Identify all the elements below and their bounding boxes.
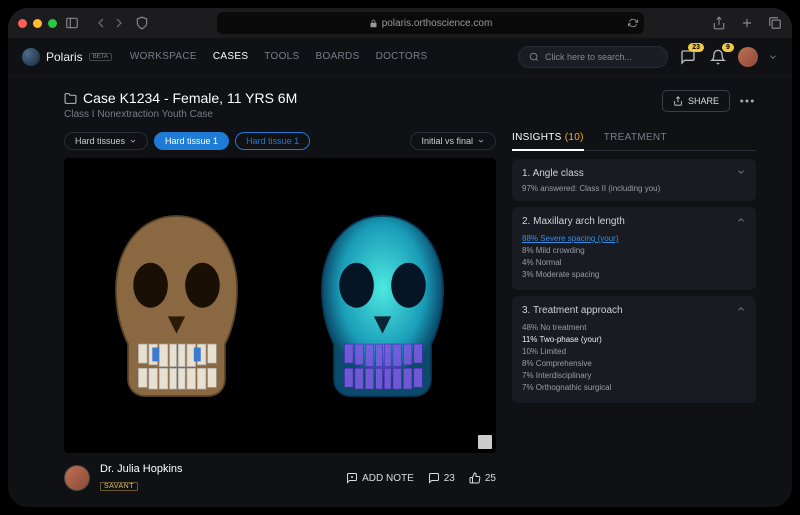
bar-label: 8% Mild crowding <box>522 246 632 255</box>
case-title: Case K1234 - Female, 11 YRS 6M <box>83 90 297 106</box>
tab-treatment[interactable]: TREATMENT <box>604 132 667 150</box>
doctor-name: Dr. Julia Hopkins <box>100 463 183 475</box>
comments-button[interactable]: 23 <box>428 472 455 484</box>
notifications-button[interactable]: 9 <box>708 47 728 67</box>
insight-title: 3. Treatment approach <box>522 305 623 316</box>
nav-boards[interactable]: BOARDS <box>316 51 360 62</box>
window-controls <box>18 19 57 28</box>
insight-header[interactable]: 3. Treatment approach <box>522 304 746 317</box>
chevron-down-icon <box>477 137 485 145</box>
comparison-dropdown[interactable]: Initial vs final <box>410 132 496 150</box>
insight-panel: 2. Maxillary arch length 88% Severe spaci… <box>512 207 756 290</box>
insight-header[interactable]: 2. Maxillary arch length <box>522 215 746 228</box>
lock-icon <box>369 19 378 28</box>
bar-label: 10% Limited <box>522 347 632 356</box>
insight-bar-row[interactable]: 11% Two-phase (your) <box>522 335 746 344</box>
chat-button[interactable]: 23 <box>678 47 698 67</box>
bar-label: 7% Interdisciplinary <box>522 371 632 380</box>
case-subtitle: Class I Nonextraction Youth Case <box>64 109 297 120</box>
tab-insights[interactable]: INSIGHTS (10) <box>512 132 584 151</box>
chevron-down-icon[interactable] <box>768 52 778 62</box>
insight-bar-row[interactable]: 3% Moderate spacing <box>522 270 746 279</box>
browser-chrome: polaris.orthoscience.com <box>8 8 792 38</box>
app-topbar: Polaris BETA WORKSPACE CASES TOOLS BOARD… <box>8 38 792 76</box>
insight-bar-row[interactable]: 8% Mild crowding <box>522 246 746 255</box>
brand-name: Polaris <box>46 50 83 64</box>
chevron-down-icon <box>736 167 746 180</box>
shield-icon[interactable] <box>135 16 149 30</box>
doctor-avatar[interactable] <box>64 465 90 491</box>
insight-panel: 1. Angle class 97% answered: Class II (in… <box>512 159 756 201</box>
more-options-button[interactable] <box>738 92 756 110</box>
minimize-window[interactable] <box>33 19 42 28</box>
insight-note: 97% answered: Class II (including you) <box>522 184 746 193</box>
nav-cases[interactable]: CASES <box>213 51 248 62</box>
chevron-up-icon <box>736 215 746 228</box>
chat-badge: 23 <box>688 43 704 52</box>
likes-button[interactable]: 25 <box>469 472 496 484</box>
maximize-window[interactable] <box>48 19 57 28</box>
insight-header[interactable]: 1. Angle class <box>522 167 746 180</box>
skull-scan-right <box>296 185 469 427</box>
url-bar[interactable]: polaris.orthoscience.com <box>217 12 644 34</box>
nav-tools[interactable]: TOOLS <box>264 51 299 62</box>
note-icon <box>346 472 358 484</box>
reload-icon[interactable] <box>628 18 638 28</box>
insight-bar-row[interactable]: 8% Comprehensive <box>522 359 746 368</box>
insight-title: 1. Angle class <box>522 168 584 179</box>
bar-label: 3% Moderate spacing <box>522 270 632 279</box>
insight-bar-row[interactable]: 4% Normal <box>522 258 746 267</box>
bar-label: 8% Comprehensive <box>522 359 632 368</box>
tabs-icon[interactable] <box>768 16 782 30</box>
new-tab-icon[interactable] <box>740 16 754 30</box>
insight-bar-row[interactable]: 10% Limited <box>522 347 746 356</box>
insight-bar-row[interactable]: 88% Severe spacing (your) <box>522 234 746 243</box>
bar-label: 48% No treatment <box>522 323 632 332</box>
share-icon[interactable] <box>712 16 726 30</box>
tissue-dropdown[interactable]: Hard tissues <box>64 132 148 150</box>
doctor-tag: SAVANT <box>100 482 138 491</box>
search-icon <box>529 52 539 62</box>
share-button[interactable]: SHARE <box>662 90 730 112</box>
chevron-up-icon <box>736 304 746 317</box>
brand-logo <box>22 48 40 66</box>
comment-icon <box>428 472 440 484</box>
insight-bar-row[interactable]: 48% No treatment <box>522 323 746 332</box>
bar-label: 11% Two-phase (your) <box>522 335 632 344</box>
nav-back-icon[interactable] <box>93 15 109 31</box>
bar-label: 88% Severe spacing (your) <box>522 234 632 243</box>
main-nav: WORKSPACE CASES TOOLS BOARDS DOCTORS <box>130 51 428 62</box>
skull-scan-left <box>90 185 263 427</box>
url-text: polaris.orthoscience.com <box>382 18 493 29</box>
bar-label: 4% Normal <box>522 258 632 267</box>
add-note-button[interactable]: ADD NOTE <box>346 472 414 484</box>
tissue-pill-secondary[interactable]: Hard tissue 1 <box>235 132 310 150</box>
brand[interactable]: Polaris BETA <box>22 48 112 66</box>
search-input[interactable]: Click here to search... <box>518 46 668 68</box>
bell-badge: 9 <box>722 43 734 52</box>
chevron-down-icon <box>129 137 137 145</box>
folder-icon <box>64 92 77 105</box>
sidebar-toggle-icon[interactable] <box>65 16 79 30</box>
beta-badge: BETA <box>89 53 112 61</box>
share-arrow-icon <box>673 96 683 106</box>
viewer-resize-handle[interactable] <box>478 435 492 449</box>
search-placeholder: Click here to search... <box>545 52 632 62</box>
insight-bar-row[interactable]: 7% Orthognathic surgical <box>522 383 746 392</box>
insights-list: 1. Angle class 97% answered: Class II (in… <box>512 159 756 493</box>
insight-bar-row[interactable]: 7% Interdisciplinary <box>522 371 746 380</box>
bar-label: 7% Orthognathic surgical <box>522 383 632 392</box>
scan-viewer[interactable] <box>64 158 496 453</box>
tissue-pill-active[interactable]: Hard tissue 1 <box>154 132 229 150</box>
user-avatar[interactable] <box>738 47 758 67</box>
insight-panel: 3. Treatment approach 48% No treatment 11%… <box>512 296 756 403</box>
close-window[interactable] <box>18 19 27 28</box>
nav-doctors[interactable]: DOCTORS <box>376 51 428 62</box>
nav-forward-icon[interactable] <box>111 15 127 31</box>
thumbs-up-icon <box>469 472 481 484</box>
nav-workspace[interactable]: WORKSPACE <box>130 51 197 62</box>
insight-title: 2. Maxillary arch length <box>522 216 625 227</box>
